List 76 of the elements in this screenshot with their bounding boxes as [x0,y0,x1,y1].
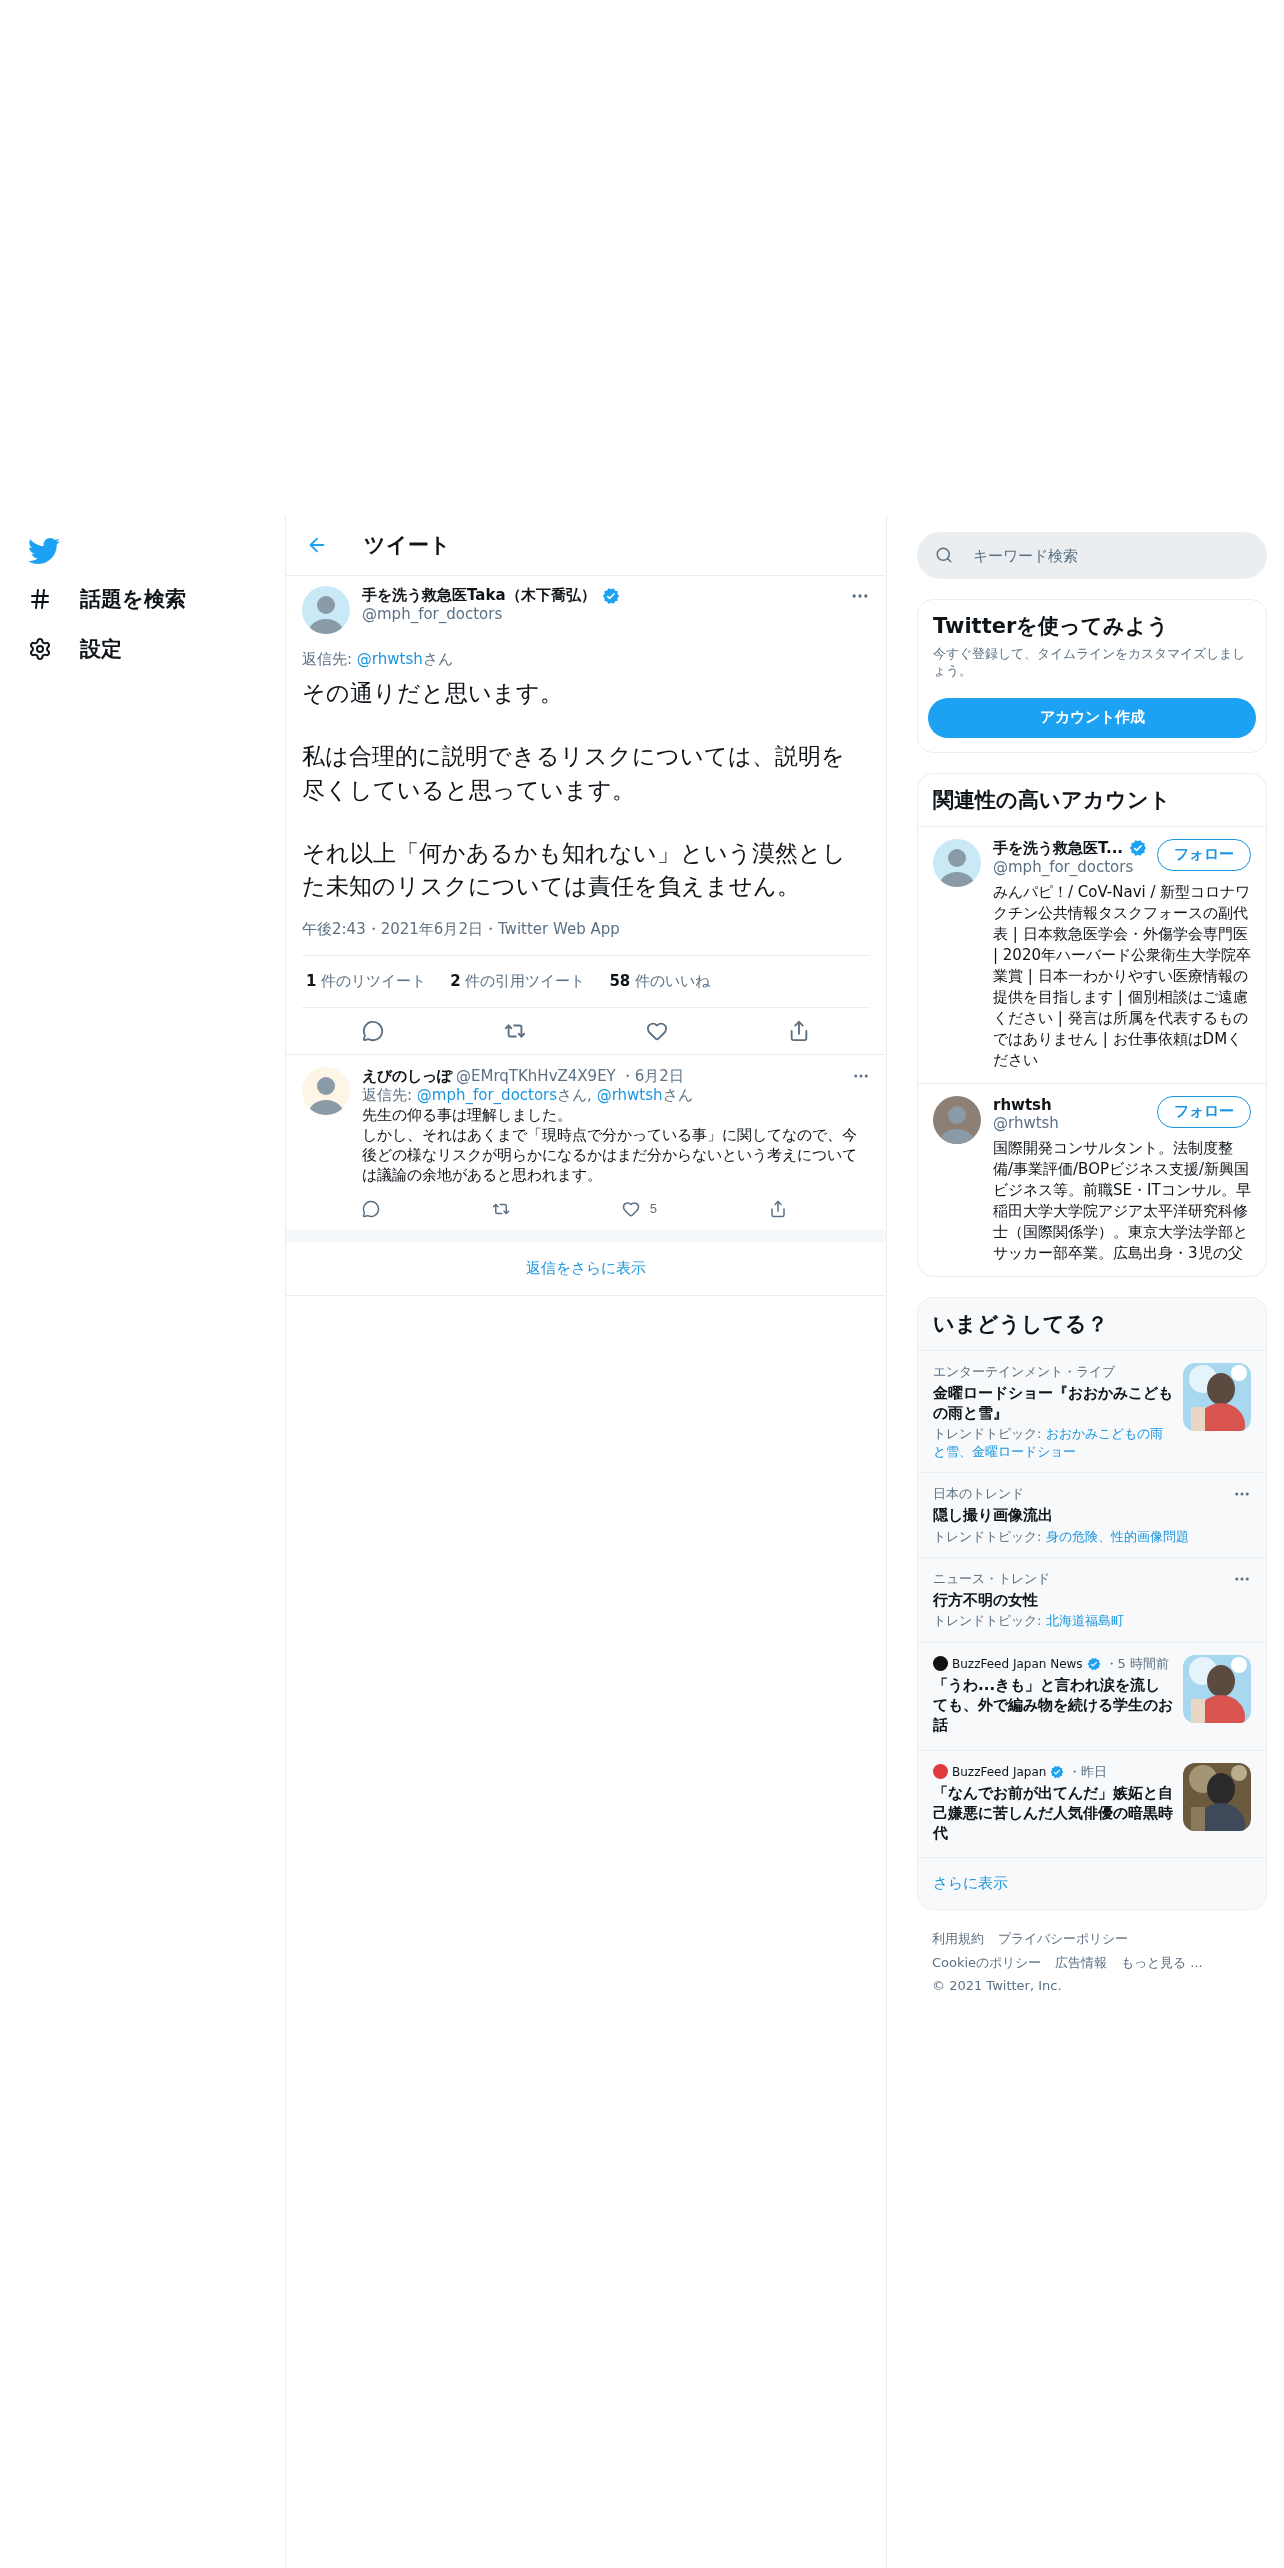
signup-text: 今すぐ登録して、タイムラインをカスタマイズしましょう。 [933,646,1246,680]
news-time: ・昨日 [1068,1762,1108,1781]
trend-topics: トレンドトピック: 身の危険、性的画像問題 [933,1527,1190,1546]
card-title: Twitterを使ってみよう [932,613,1171,640]
footer-link[interactable]: プライバシーポリシー [998,1930,1128,1949]
tweet-text: それ以上「何かあるかも知れない」という漠然とした未知のリスクについては責任を負えません。 [302,839,847,902]
share-icon[interactable] [788,1019,810,1042]
reply-to-text: 返信先: @rhwtshさん [302,650,454,669]
author-name[interactable]: 手を洗う救急医Taka（木下喬弘） [362,586,596,605]
nav-item[interactable]: 設定 [28,635,122,663]
account-bio: みんパピ！/ CoV-Navi / 新型コロナワクチン公共情報タスクフォースの副代表 | 日本救急医学会・外傷学会専門医 | 2020年ハーバード公衆衛生大学院卒業賞 | 日本一わかりやすい医療情報の提供を目指します | 個別相談はご遠慮ください | 発言は所属を代表するものではありません | お仕事依頼はDMください [993,881,1251,1071]
news-time: ・5 時間前 [1104,1654,1169,1673]
news-title: 「なんでお前が出てんだ」嫉妬と自己嫌悪に苦しんだ人気俳優の暗黒時代 [933,1782,1173,1844]
trend-item[interactable]: ニュース・トレンド 行方不明の女性 トレンドトピック: 北海道福島町 [918,1557,1266,1642]
author-handle[interactable]: @mph_for_doctors [362,605,838,623]
news-item[interactable]: BuzzFeed Japan ・昨日 「なんでお前が出てんだ」嫉妬と自己嫌悪に苦しんだ人気俳優の暗黒時代 [918,1749,1266,1858]
account-handle[interactable]: @rhwtsh [993,1113,1149,1132]
trend-category: 日本のトレンド [933,1485,1025,1504]
account-name[interactable]: rhwtsh [993,1095,1052,1114]
trend-item[interactable]: 日本のトレンド 隠し撮り画像流出 トレンドトピック: 身の危険、性的画像問題 [918,1472,1266,1558]
copyright-text: © 2021 Twitter, Inc. [932,1978,1062,1994]
reply-text: しかし、それはあくまで「現時点で分かっている事」に関してなので、今後どの様なリスクが明らかになるかはまだ分からないという考えについては議論の余地があると思われます。 [362,1124,858,1186]
tweet-text: 私は合理的に説明できるリスクについては、説明を尽くしていると思っています。 [302,742,846,805]
mention-link[interactable]: @mph_for_doctors [416,1085,558,1104]
account-name[interactable]: 手を洗う救急医T... [993,838,1124,858]
news-item[interactable]: BuzzFeed Japan News ・5 時間前 「うわ...きも」と言われ涙を流しても、外で編み物を続ける学生のお話 [918,1641,1266,1750]
settings-icon [28,637,52,661]
card-title: 関連性の高いアカウント [932,786,1172,814]
tweet-stat[interactable]: 1 件のリツイート [306,971,427,991]
account-bio: 国際開発コンサルタント。法制度整備/事業評価/BOPビジネス支援/新興国ビジネス等。前職SE・ITコンサル。早稲田大学大学院アジア太平洋研究科修士（国際関係学）。東京大学法学部とサッカー部卒業。広島出身・3児の父 [993,1137,1251,1264]
like-button[interactable]: 5 [621,1199,658,1218]
reply-icon[interactable] [362,1019,384,1042]
create-account-button[interactable]: アカウント作成 [928,697,1256,738]
news-source: BuzzFeed Japan [952,1764,1047,1779]
trend-title: 行方不明の女性 [933,1590,1039,1611]
trend-item[interactable]: エンターテインメント・ライブ 金曜ロードショー『おおかみこどもの雨と雪』 トレンドトピック: おおかみこどもの雨と雪、金曜ロードショー [918,1349,1266,1473]
reply-text: 先生の仰る事は理解しました。 [362,1104,573,1125]
mention-link[interactable]: @rhwtsh [356,650,423,668]
tweet-stat[interactable]: 58 件のいいね [609,971,711,991]
news-source: BuzzFeed Japan News [952,1656,1083,1671]
hashtag-icon [28,587,52,611]
trend-topics: トレンドトピック: 北海道福島町 [933,1612,1125,1630]
share-icon[interactable] [769,1199,787,1218]
trend-topics: トレンドトピック: おおかみこどもの雨と雪、金曜ロードショー [933,1425,1164,1461]
card-title: いまどうしてる？ [932,1310,1109,1338]
avatar[interactable] [933,838,981,887]
show-more-link[interactable]: さらに表示 [918,1857,1266,1910]
footer-link[interactable]: Cookieのポリシー [932,1954,1042,1973]
follow-button[interactable]: フォロー [1157,838,1251,871]
tweet-timestamp[interactable]: 午後2:43・2021年6月2日・Twitter Web App [302,919,620,938]
avatar[interactable] [933,1095,981,1144]
trend-title: 隠し撮り画像流出 [933,1505,1054,1526]
account-handle[interactable]: @mph_for_doctors [993,857,1149,876]
twitter-logo-icon[interactable] [28,535,60,563]
reply-author-name[interactable]: えびのしっぽ [362,1066,452,1086]
tweet-text: その通りだと思います。 [302,679,564,708]
avatar[interactable] [302,586,350,634]
tweet-stat[interactable]: 2 件の引用ツイート [450,971,586,991]
trend-category: ニュース・トレンド [933,1570,1051,1589]
avatar[interactable] [302,1066,350,1115]
reply-date[interactable]: ・6月2日 [619,1066,848,1086]
news-title: 「うわ...きも」と言われ涙を流しても、外で編み物を続ける学生のお話 [933,1674,1173,1736]
reply-icon[interactable] [362,1199,380,1218]
footer-link[interactable]: もっと見る ... [1121,1954,1203,1973]
footer-link[interactable]: 利用規約 [932,1930,984,1949]
search-field[interactable]: キーワード検索 [917,532,1267,579]
nav-item[interactable]: 話題を検索 [28,585,186,613]
mention-link[interactable]: @rhwtsh [596,1085,663,1104]
trend-category: エンターテインメント・ライブ [933,1362,1116,1381]
follow-button[interactable]: フォロー [1157,1095,1251,1128]
reply-author-handle[interactable]: @EMrqTKhHvZ4X9EY [456,1067,616,1086]
footer-link[interactable]: 広告情報 [1055,1954,1108,1973]
trend-title: 金曜ロードショー『おおかみこどもの雨と雪』 [933,1382,1173,1424]
show-more-replies-link[interactable]: 返信をさらに表示 [286,1241,886,1296]
reply-to-text: 返信先: @mph_for_doctorsさん, @rhwtshさん [362,1085,694,1105]
page-title: ツイート [364,532,451,559]
